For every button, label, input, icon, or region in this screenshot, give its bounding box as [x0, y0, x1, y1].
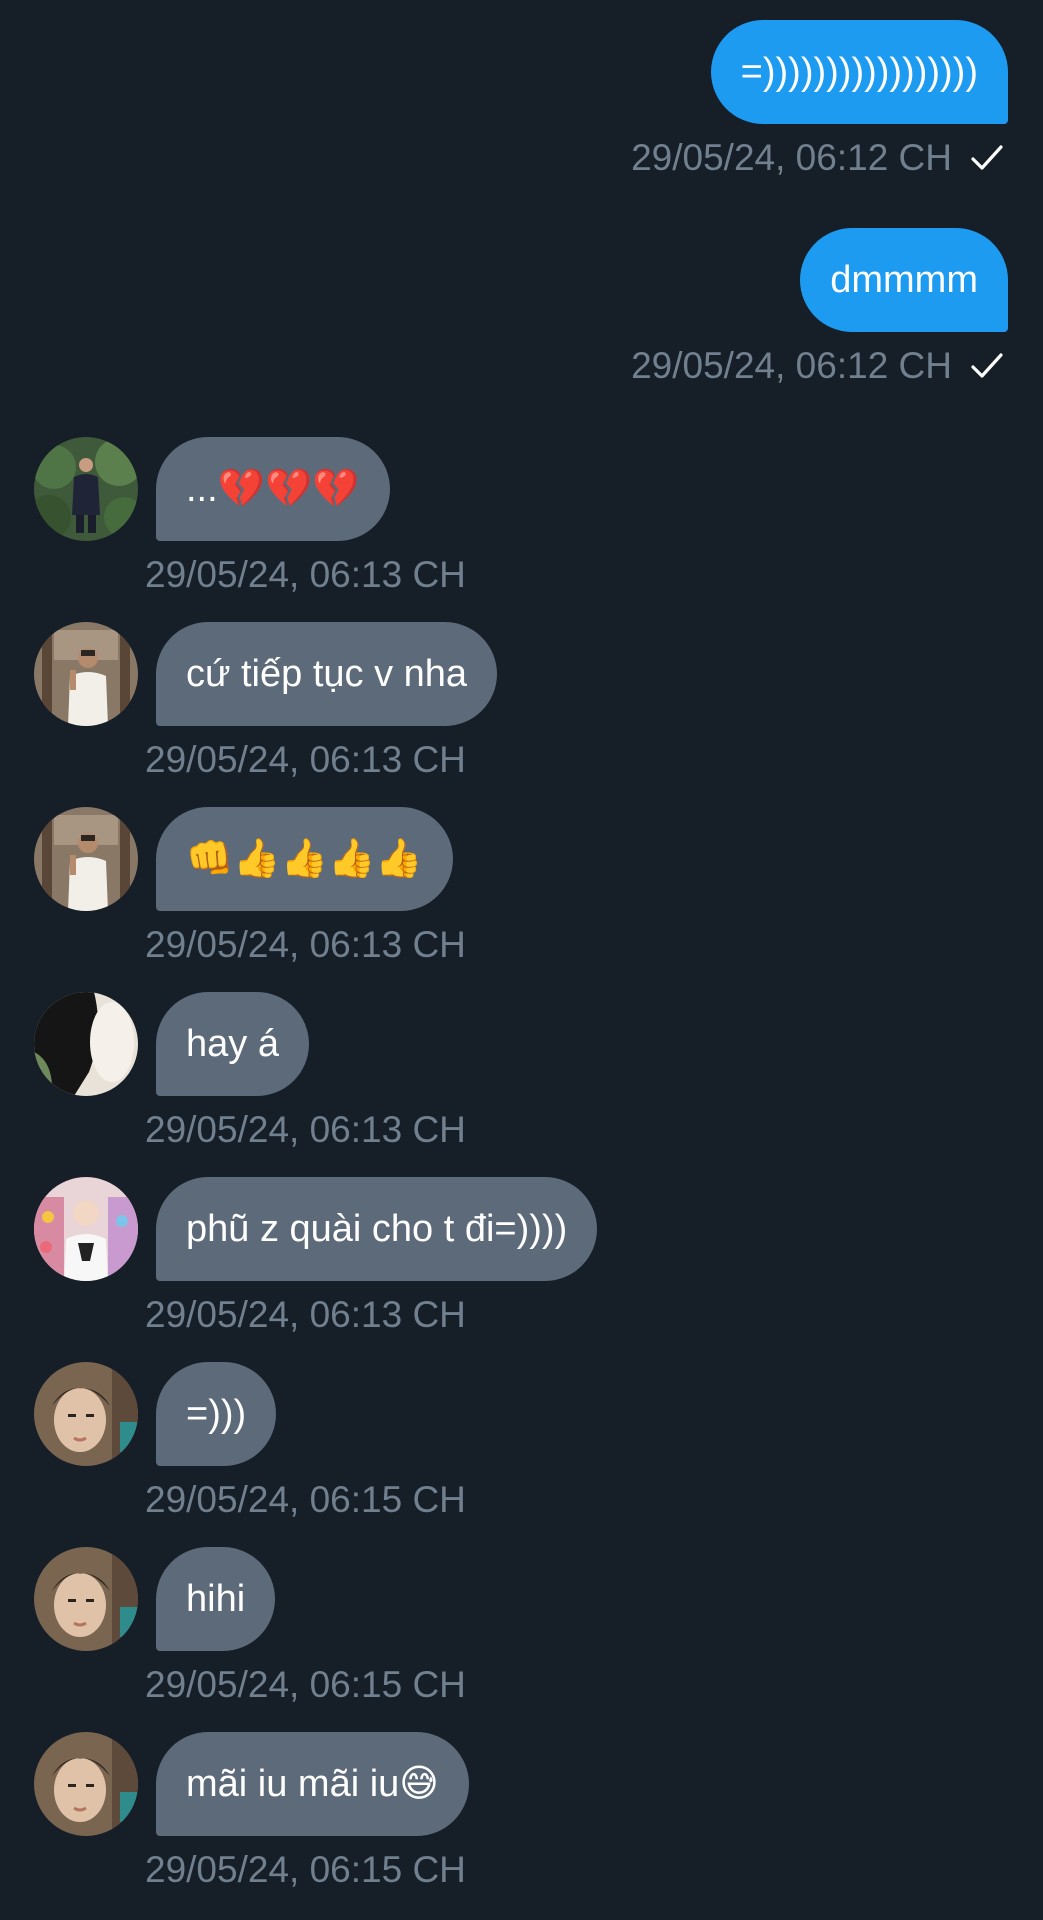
timestamp: 29/05/24, 06:13 CH: [145, 1109, 466, 1150]
message-meta: 29/05/24, 06:12 CH: [631, 344, 1008, 388]
received-message: =))) 29/05/24, 06:15 CH: [34, 1362, 466, 1522]
mirror-selfie-avatar[interactable]: [34, 622, 138, 726]
received-message: cứ tiếp tục v nha 29/05/24, 06:13 CH: [34, 622, 498, 782]
received-bubble[interactable]: mãi iu mãi iu😅: [156, 1732, 469, 1836]
received-message: hay á 29/05/24, 06:13 CH: [34, 992, 466, 1152]
timestamp: 29/05/24, 06:15 CH: [145, 1849, 466, 1890]
received-bubble[interactable]: hihi: [156, 1547, 276, 1651]
timestamp: 29/05/24, 06:12 CH: [631, 345, 952, 386]
chat-thread: =))))))))))))))))) 29/05/24, 06:12 CH dm…: [0, 0, 1043, 1920]
sent-message: =))))))))))))))))) 29/05/24, 06:12 CH: [631, 20, 1008, 180]
sent-bubble[interactable]: =))))))))))))))))): [710, 20, 1008, 124]
received-message: hihi 29/05/24, 06:15 CH: [34, 1547, 466, 1707]
person-outdoors-avatar[interactable]: [34, 437, 138, 541]
portrait-avatar[interactable]: [34, 1362, 138, 1466]
checkmark-icon: [970, 349, 1004, 383]
received-bubble[interactable]: hay á: [156, 992, 309, 1096]
timestamp: 29/05/24, 06:13 CH: [145, 554, 466, 595]
timestamp: 29/05/24, 06:13 CH: [145, 924, 466, 965]
checkmark-icon: [970, 141, 1004, 175]
timestamp: 29/05/24, 06:12 CH: [631, 137, 952, 178]
received-message: mãi iu mãi iu😅 29/05/24, 06:15 CH: [34, 1732, 469, 1892]
portrait-avatar[interactable]: [34, 1732, 138, 1836]
timestamp: 29/05/24, 06:15 CH: [145, 1479, 466, 1520]
timestamp: 29/05/24, 06:13 CH: [145, 1294, 466, 1335]
sent-message: dmmmm 29/05/24, 06:12 CH: [631, 228, 1008, 388]
received-bubble[interactable]: 👊👍👍👍👍: [156, 807, 453, 911]
timestamp: 29/05/24, 06:15 CH: [145, 1664, 466, 1705]
mirror-selfie-avatar[interactable]: [34, 807, 138, 911]
sent-bubble[interactable]: dmmmm: [800, 228, 1008, 332]
portrait-avatar[interactable]: [34, 1547, 138, 1651]
colorful-shelf-avatar[interactable]: [34, 1177, 138, 1281]
message-meta: 29/05/24, 06:12 CH: [631, 136, 1008, 180]
timestamp: 29/05/24, 06:13 CH: [145, 739, 466, 780]
received-message: phũ z quài cho t đi=)))) 29/05/24, 06:13…: [34, 1177, 598, 1337]
received-bubble[interactable]: ...💔💔💔: [156, 437, 390, 541]
received-bubble[interactable]: =))): [156, 1362, 277, 1466]
dark-photo-avatar[interactable]: [34, 992, 138, 1096]
received-bubble[interactable]: phũ z quài cho t đi=)))): [156, 1177, 598, 1281]
received-message: 👊👍👍👍👍 29/05/24, 06:13 CH: [34, 807, 466, 967]
received-message: ...💔💔💔 29/05/24, 06:13 CH: [34, 437, 466, 597]
received-bubble[interactable]: cứ tiếp tục v nha: [156, 622, 498, 726]
